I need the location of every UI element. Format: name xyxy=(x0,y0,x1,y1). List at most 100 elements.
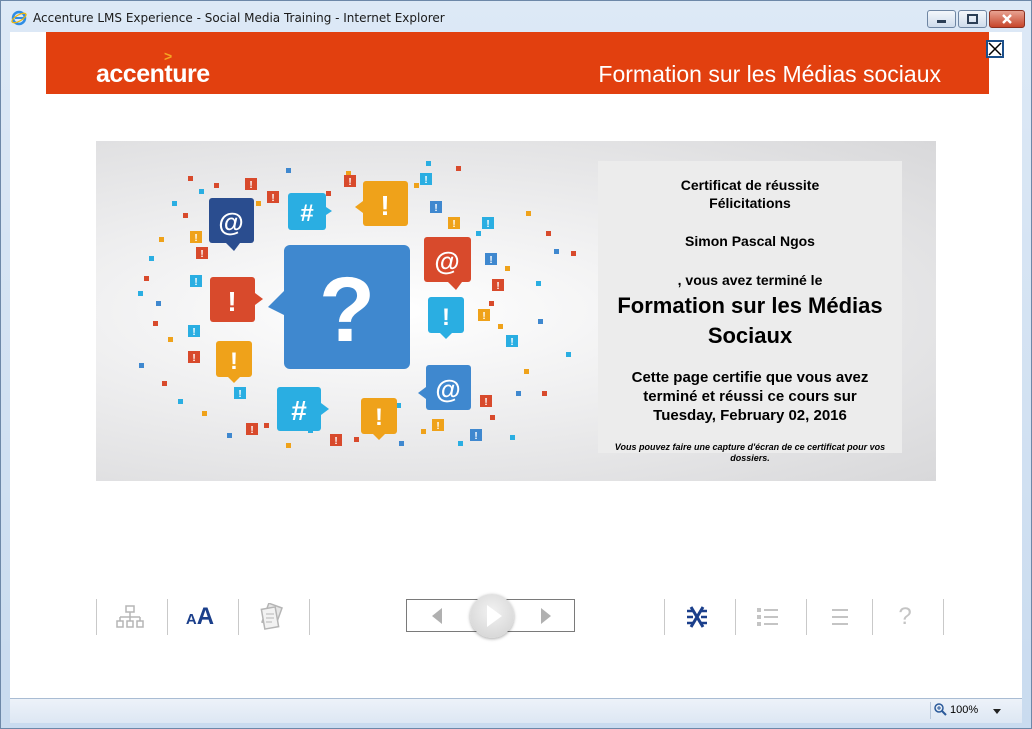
font-size-button[interactable]: AA xyxy=(182,601,218,633)
completion-date: Tuesday, February 02, 2016 xyxy=(653,407,847,424)
svg-text:!: ! xyxy=(489,255,492,266)
toolbar-divider xyxy=(167,599,168,635)
minimize-icon xyxy=(937,20,946,23)
toolbar-divider xyxy=(664,599,665,635)
svg-text:!: ! xyxy=(434,203,437,214)
glossary-button[interactable] xyxy=(679,601,715,633)
certification-statement: Cette page certifie que vous avez termin… xyxy=(598,368,902,425)
at-bubble-icon: @ xyxy=(418,365,471,410)
accenture-logo: accenture xyxy=(96,60,210,88)
help-button[interactable]: ? xyxy=(887,601,923,633)
screenshot-note: Vous pouvez faire une capture d'écran de… xyxy=(598,442,902,464)
toolbar-divider xyxy=(735,599,736,635)
svg-text:!: ! xyxy=(249,180,252,191)
window-close-button[interactable] xyxy=(989,10,1025,28)
close-icon xyxy=(1002,14,1012,24)
svg-text:!: ! xyxy=(380,190,389,221)
certificate-banner: ? @ @ @ # # ! ! ! ! ! ! ! ! ! ! ! ! ! ! … xyxy=(96,141,936,481)
toolbar-divider xyxy=(943,599,944,635)
svg-text:?: ? xyxy=(319,259,375,361)
alert-bubble-icon: ! xyxy=(216,341,252,383)
svg-text:!: ! xyxy=(227,286,236,317)
alert-bubble-icon: ! xyxy=(355,181,408,226)
certification-line2: terminé et réussi ce cours sur xyxy=(643,388,857,405)
restore-icon xyxy=(967,14,978,24)
svg-text:@: @ xyxy=(434,246,459,276)
question-bubble-icon: ? xyxy=(268,245,410,369)
previous-arrow-icon xyxy=(432,608,442,624)
svg-text:!: ! xyxy=(192,353,195,364)
next-button[interactable] xyxy=(531,605,561,627)
font-size-large-label: A xyxy=(196,603,215,630)
at-bubble-icon: @ xyxy=(424,237,471,290)
svg-text:!: ! xyxy=(375,404,383,431)
course-name-line2: Sociaux xyxy=(707,323,793,348)
svg-text:!: ! xyxy=(510,337,513,348)
browser-window: Accenture LMS Experience - Social Media … xyxy=(0,0,1032,729)
alert-bubble-icon: ! xyxy=(361,398,397,440)
zoom-level[interactable]: 100% xyxy=(950,704,978,716)
title-bar: Accenture LMS Experience - Social Media … xyxy=(1,1,1031,33)
notes-button[interactable] xyxy=(254,601,290,633)
play-button[interactable] xyxy=(470,594,514,638)
svg-text:@: @ xyxy=(435,374,460,404)
status-divider xyxy=(930,702,931,719)
svg-text:@: @ xyxy=(218,207,243,237)
glossary-icon xyxy=(687,606,707,628)
toolbar-divider xyxy=(96,599,97,635)
list-icon xyxy=(757,608,778,626)
toolbar-divider xyxy=(309,599,310,635)
svg-text:!: ! xyxy=(271,193,274,204)
alert-bubble-icon: ! xyxy=(428,297,464,339)
course-header: > accenture Formation sur les Médias soc… xyxy=(46,32,1004,94)
svg-text:!: ! xyxy=(250,425,253,436)
sitemap-button[interactable] xyxy=(112,601,148,633)
close-icon xyxy=(988,42,1002,56)
maximize-button[interactable] xyxy=(958,10,987,28)
social-media-illustration: ? @ @ @ # # ! ! ! ! ! ! ! ! ! ! ! ! ! ! … xyxy=(138,161,576,448)
toolbar-divider xyxy=(238,599,239,635)
previous-button[interactable] xyxy=(422,605,452,627)
completion-text: , vous avez terminé le xyxy=(677,272,823,288)
course-name: Formation sur les Médias Sociaux xyxy=(598,291,902,351)
at-bubble-icon: @ xyxy=(209,198,254,251)
zoom-icon xyxy=(934,703,947,716)
svg-text:!: ! xyxy=(192,327,195,338)
page-content: > accenture Formation sur les Médias soc… xyxy=(10,32,1022,698)
svg-text:!: ! xyxy=(442,304,450,331)
player-toolbar: AA ? xyxy=(10,594,1022,638)
help-icon: ? xyxy=(898,603,912,630)
navigation-controls xyxy=(406,594,575,638)
course-close-button[interactable] xyxy=(986,40,1004,58)
toolbar-divider xyxy=(806,599,807,635)
svg-text:!: ! xyxy=(238,389,241,400)
svg-text:!: ! xyxy=(334,436,337,447)
svg-text:!: ! xyxy=(348,177,351,188)
svg-text:!: ! xyxy=(424,175,427,186)
outline-button[interactable] xyxy=(750,601,786,633)
svg-text:!: ! xyxy=(452,219,455,230)
hashtag-bubble-icon: # xyxy=(288,193,332,230)
minimize-button[interactable] xyxy=(927,10,956,28)
status-bar: 100% xyxy=(10,698,1022,723)
menu-button[interactable] xyxy=(822,601,858,633)
svg-text:!: ! xyxy=(194,277,197,288)
chevron-down-icon[interactable] xyxy=(992,708,1002,716)
svg-text:!: ! xyxy=(486,219,489,230)
svg-text:!: ! xyxy=(200,249,203,260)
screenshot-note-line2: dossiers. xyxy=(730,453,770,463)
next-arrow-icon xyxy=(541,608,551,624)
certificate-heading: Certificat de réussite xyxy=(680,177,820,193)
course-name-line1: Formation sur les Médias xyxy=(617,293,883,318)
svg-text:#: # xyxy=(300,200,313,227)
certificate-panel: Certificat de réussite Félicitations Sim… xyxy=(598,161,902,463)
window-title: Accenture LMS Experience - Social Media … xyxy=(33,11,445,25)
congratulations-text: Félicitations xyxy=(709,195,791,211)
font-size-icon: AA xyxy=(186,603,214,631)
svg-text:!: ! xyxy=(474,431,477,442)
hashtag-bubble-icon: # xyxy=(277,387,329,431)
svg-text:!: ! xyxy=(436,421,439,432)
svg-text:!: ! xyxy=(496,281,499,292)
svg-text:#: # xyxy=(291,395,307,426)
learner-name: Simon Pascal Ngos xyxy=(685,233,815,249)
